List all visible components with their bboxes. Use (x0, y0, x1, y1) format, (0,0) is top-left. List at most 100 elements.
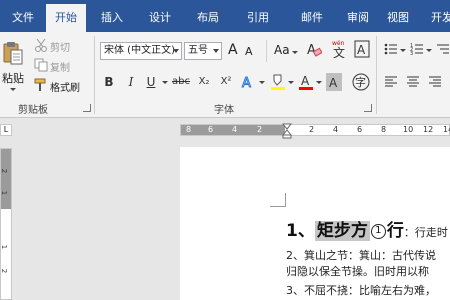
chevron-down-icon (213, 49, 219, 53)
chevron-down-icon[interactable] (400, 49, 406, 52)
clipboard-launcher-icon[interactable] (83, 104, 91, 112)
paragraph-line[interactable]: 归隐以保全节操。旧时用以称 (286, 264, 429, 280)
format-painter-label[interactable]: 格式刷 (50, 79, 80, 94)
font-size-select[interactable]: 五号 (184, 42, 222, 60)
ruler-number: 14 (443, 125, 450, 134)
svg-text:3: 3 (410, 51, 413, 56)
crop-mark (270, 206, 286, 207)
clear-formatting-icon[interactable]: A (306, 41, 323, 58)
ruler-number: 4 (333, 125, 339, 134)
ruler-number: 2 (0, 268, 9, 274)
italic-button[interactable]: I (124, 73, 138, 91)
horizontal-ruler[interactable]: 8 6 4 2 2 4 6 8 10 12 14 (180, 123, 450, 139)
heading-number: 1、 (286, 221, 315, 241)
paste-dropdown-icon[interactable] (10, 88, 16, 91)
enclose-char-icon[interactable]: 字 (352, 73, 370, 91)
svg-text:文: 文 (333, 45, 345, 58)
phonetic-guide-icon[interactable]: wén 文 (330, 38, 350, 60)
document-page[interactable]: 1、 矩步方 1 行：行走时 2、箕山之节：箕山：古代传说 归隐以保全节操。旧时用以称… (180, 147, 450, 300)
chevron-down-icon[interactable] (259, 81, 265, 84)
ruler-number: 2 (0, 168, 9, 174)
grow-font-button[interactable]: A (228, 42, 238, 58)
font-name-value: 宋体 (中文正文) (104, 45, 175, 56)
text-effects-icon[interactable]: A (240, 73, 258, 92)
change-case-button[interactable]: Aa (274, 43, 290, 57)
ruler-number: 12 (423, 125, 434, 134)
tab-review[interactable]: 审阅 (336, 0, 380, 32)
ruler-number: 2 (257, 125, 263, 134)
heading-text: 行 (386, 221, 404, 241)
shrink-font-button[interactable]: A (245, 45, 253, 58)
font-group-label: 字体 (214, 105, 234, 116)
paragraph-line[interactable]: 3、不屈不挠：比喻左右为难， (286, 283, 436, 299)
svg-text:A: A (357, 43, 366, 57)
copy-label[interactable]: 复制 (50, 59, 70, 74)
format-painter-icon[interactable] (34, 78, 48, 92)
ruler-number: 1 (0, 190, 9, 196)
chevron-down-icon[interactable] (426, 49, 432, 52)
ruler-number: 8 (186, 125, 192, 134)
font-launcher-icon[interactable] (364, 104, 372, 112)
ruler-margin (1, 149, 11, 209)
group-separator (94, 36, 95, 114)
separator (266, 40, 267, 62)
chevron-down-icon[interactable] (288, 81, 294, 84)
svg-text:A: A (329, 76, 338, 90)
cut-icon[interactable] (34, 38, 48, 52)
ribbon-tab-bar: 文件 开始 插入 设计 布局 引用 邮件 审阅 视图 开发 (0, 0, 450, 32)
tab-design[interactable]: 设计 (138, 0, 182, 32)
ruler-number: 6 (208, 125, 214, 134)
ruler-number: 6 (357, 125, 363, 134)
svg-text:字: 字 (355, 75, 366, 89)
indent-marker-icon[interactable] (281, 123, 293, 139)
chevron-down-icon (173, 49, 179, 53)
bold-button[interactable]: B (102, 73, 116, 91)
ribbon-home: 粘贴 剪切 复制 格式刷 剪贴板 宋体 (中文正文) 五号 A A Aa A w… (0, 32, 450, 118)
multilevel-list-icon[interactable] (436, 42, 450, 56)
char-border-icon[interactable]: A (354, 40, 370, 58)
chevron-down-icon[interactable] (292, 51, 298, 54)
align-right-icon[interactable] (428, 75, 442, 89)
tab-file[interactable]: 文件 (0, 0, 46, 32)
svg-text:A: A (242, 76, 251, 91)
char-shading-icon[interactable]: A (326, 73, 342, 91)
align-left-icon[interactable] (384, 75, 398, 89)
tab-selector[interactable]: L (0, 124, 12, 136)
svg-text:A: A (301, 74, 310, 88)
numbering-icon[interactable]: 123 (410, 42, 424, 57)
selected-text[interactable]: 矩步方 (314, 221, 370, 241)
crop-mark (285, 193, 286, 207)
tab-home[interactable]: 开始 (46, 4, 86, 32)
underline-button[interactable]: U (144, 73, 158, 91)
tab-view[interactable]: 视图 (376, 0, 420, 32)
tab-mailings[interactable]: 邮件 (290, 0, 334, 32)
font-name-select[interactable]: 宋体 (中文正文) (100, 42, 182, 60)
tab-layout[interactable]: 布局 (186, 0, 230, 32)
ruler-number: 1 (0, 244, 9, 250)
subscript-button[interactable]: X₂ (196, 73, 212, 91)
tab-developer[interactable]: 开发 (420, 0, 450, 32)
paste-label[interactable]: 粘贴 (2, 70, 24, 86)
copy-icon[interactable] (34, 58, 48, 72)
cut-label[interactable]: 剪切 (50, 39, 70, 54)
paste-icon[interactable] (2, 40, 24, 66)
font-color-icon[interactable]: A (298, 73, 314, 91)
ruler-number: 10 (403, 125, 414, 134)
heading-1[interactable]: 1、 矩步方 1 行：行走时 (286, 217, 448, 245)
group-separator (376, 36, 377, 114)
chevron-down-icon[interactable] (316, 81, 322, 84)
ruler-number: 8 (381, 125, 387, 134)
align-center-icon[interactable] (406, 75, 420, 89)
anchor-circle-icon: 1 (370, 223, 386, 239)
tab-insert[interactable]: 插入 (90, 0, 134, 32)
ruler-number: 2 (309, 125, 315, 134)
heading-tail: ：行走时 (403, 226, 448, 239)
strikethrough-button[interactable]: abc (170, 73, 192, 91)
bullets-icon[interactable] (384, 42, 398, 56)
chevron-down-icon[interactable] (162, 81, 168, 84)
paragraph-line[interactable]: 2、箕山之节：箕山：古代传说 (286, 248, 436, 264)
tab-references[interactable]: 引用 (236, 0, 280, 32)
highlight-icon[interactable] (270, 73, 286, 91)
superscript-button[interactable]: X² (218, 73, 234, 91)
vertical-ruler[interactable]: 2 1 1 2 (0, 148, 12, 300)
